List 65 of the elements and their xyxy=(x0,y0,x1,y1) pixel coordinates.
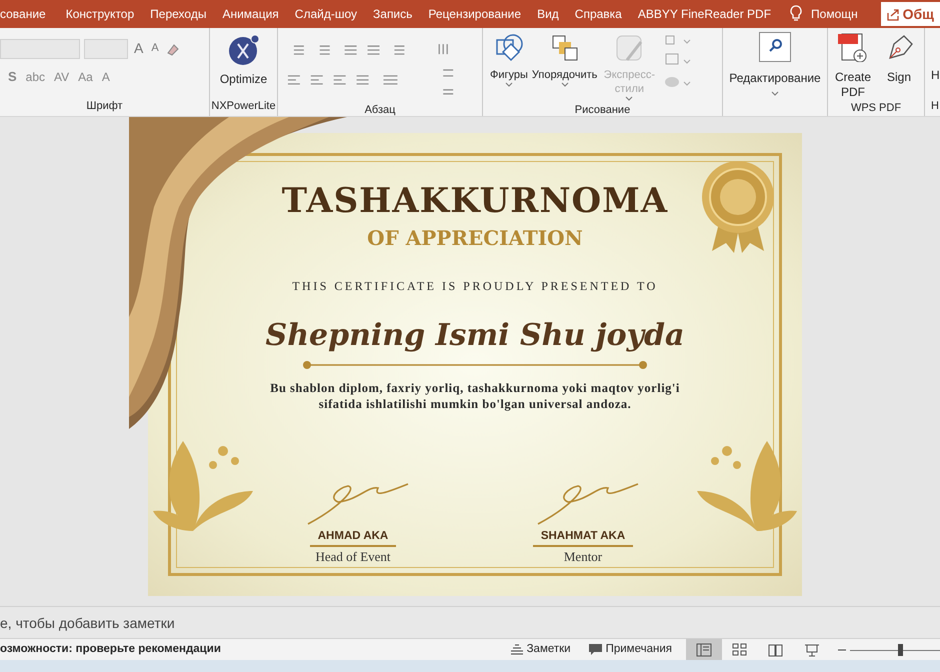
notes-field[interactable]: е, чтобы добавить заметки xyxy=(0,607,940,638)
signer-role: Head of Event xyxy=(315,548,391,566)
ribbon-tab[interactable]: Запись xyxy=(365,0,420,28)
description-text: Bu shablon diplom, faxriy yorliq, tashakkurnoma yoki maqtov yorlig'i sifatida ishlatilishi mumkin bo'lgan universal andoza. xyxy=(269,380,681,412)
ribbon-tab[interactable]: Переходы xyxy=(142,0,214,28)
ribbon-tab[interactable]: сование xyxy=(0,0,58,28)
font-format-button[interactable]: abc xyxy=(26,68,46,86)
recipient-name: Shepning Ismi Shu joyda xyxy=(266,317,684,355)
create-pdf-button[interactable]: Create PDF xyxy=(834,32,872,100)
ribbon-tab[interactable]: ABBYY FineReader PDF xyxy=(630,0,780,28)
group-label: Шрифт xyxy=(85,99,124,114)
notes-icon xyxy=(510,644,523,655)
group-label: NXPowerLite xyxy=(210,99,277,114)
zoom-slider[interactable] xyxy=(850,644,940,656)
optimize-button[interactable]: Optimize xyxy=(210,28,277,98)
help-search[interactable]: Помощн xyxy=(811,5,858,23)
search-icon xyxy=(759,32,791,62)
signer-name: SHAHMAT AKA xyxy=(532,528,634,548)
shapes-button[interactable]: Фигуры xyxy=(489,32,529,88)
certificate-title: TASHAKKURNOMA xyxy=(282,181,668,221)
group-label: Абзац xyxy=(364,103,396,118)
projector-icon xyxy=(804,642,820,656)
accessibility-status[interactable]: озможности: проверьте рекомендации xyxy=(0,640,511,658)
comment-icon xyxy=(588,644,602,656)
normal-view-icon xyxy=(696,642,712,656)
group-label: Рисование xyxy=(574,103,632,118)
font-format-button[interactable]: AV xyxy=(54,68,70,86)
share-icon xyxy=(886,8,900,20)
share-button[interactable]: Общ xyxy=(880,2,940,26)
font-format-button[interactable]: A xyxy=(102,68,110,86)
slider-thumb[interactable] xyxy=(898,644,902,656)
ribbon-tab[interactable]: Слайд-шоу xyxy=(286,0,366,28)
font-size-button[interactable]: A xyxy=(149,40,161,57)
font-size-button[interactable]: A xyxy=(132,38,146,59)
font-format-button[interactable]: Aa xyxy=(78,68,93,86)
ribbon-tab[interactable]: Справка xyxy=(566,0,630,28)
comments-button[interactable]: Примечания xyxy=(588,640,672,658)
group-label: WPS PDF xyxy=(850,101,902,116)
ribbon-tab[interactable]: Конструктор xyxy=(58,0,142,28)
font-format-button[interactable]: S xyxy=(8,67,17,86)
caret-icon xyxy=(771,91,779,97)
font-name-field[interactable] xyxy=(0,38,80,58)
ribbon-tab[interactable]: Анимация xyxy=(214,0,287,28)
presented-to-text: THIS CERTIFICATE IS PROUDLY PRESENTED TO xyxy=(292,278,658,295)
signer-name: AHMAD AKA xyxy=(310,528,396,548)
grid-view-icon xyxy=(732,642,748,656)
editing-button[interactable]: Редактирование xyxy=(723,28,827,116)
lightbulb-icon[interactable] xyxy=(789,5,804,23)
caret-icon xyxy=(504,82,513,88)
font-size-field[interactable] xyxy=(84,38,128,58)
ribbon-button[interactable]: Н xyxy=(931,28,940,98)
caret-icon xyxy=(560,82,569,88)
book-view-icon xyxy=(768,642,784,656)
signer-role: Mentor xyxy=(564,548,602,566)
notes-button[interactable]: Заметки xyxy=(510,640,571,658)
ribbon-tab[interactable]: Вид xyxy=(529,0,567,28)
pdf-plus-icon xyxy=(838,32,868,62)
certificate-subtitle: OF APPRECIATION xyxy=(367,225,583,252)
arrange-button[interactable]: Упорядочить xyxy=(530,32,598,88)
x-logo-icon xyxy=(228,34,260,66)
group-label: Н xyxy=(931,99,940,114)
sign-button[interactable]: Sign xyxy=(880,32,918,100)
view-button[interactable] xyxy=(686,638,722,660)
ribbon-tab[interactable]: Рецензирование xyxy=(420,0,530,28)
caret-icon xyxy=(625,96,634,102)
